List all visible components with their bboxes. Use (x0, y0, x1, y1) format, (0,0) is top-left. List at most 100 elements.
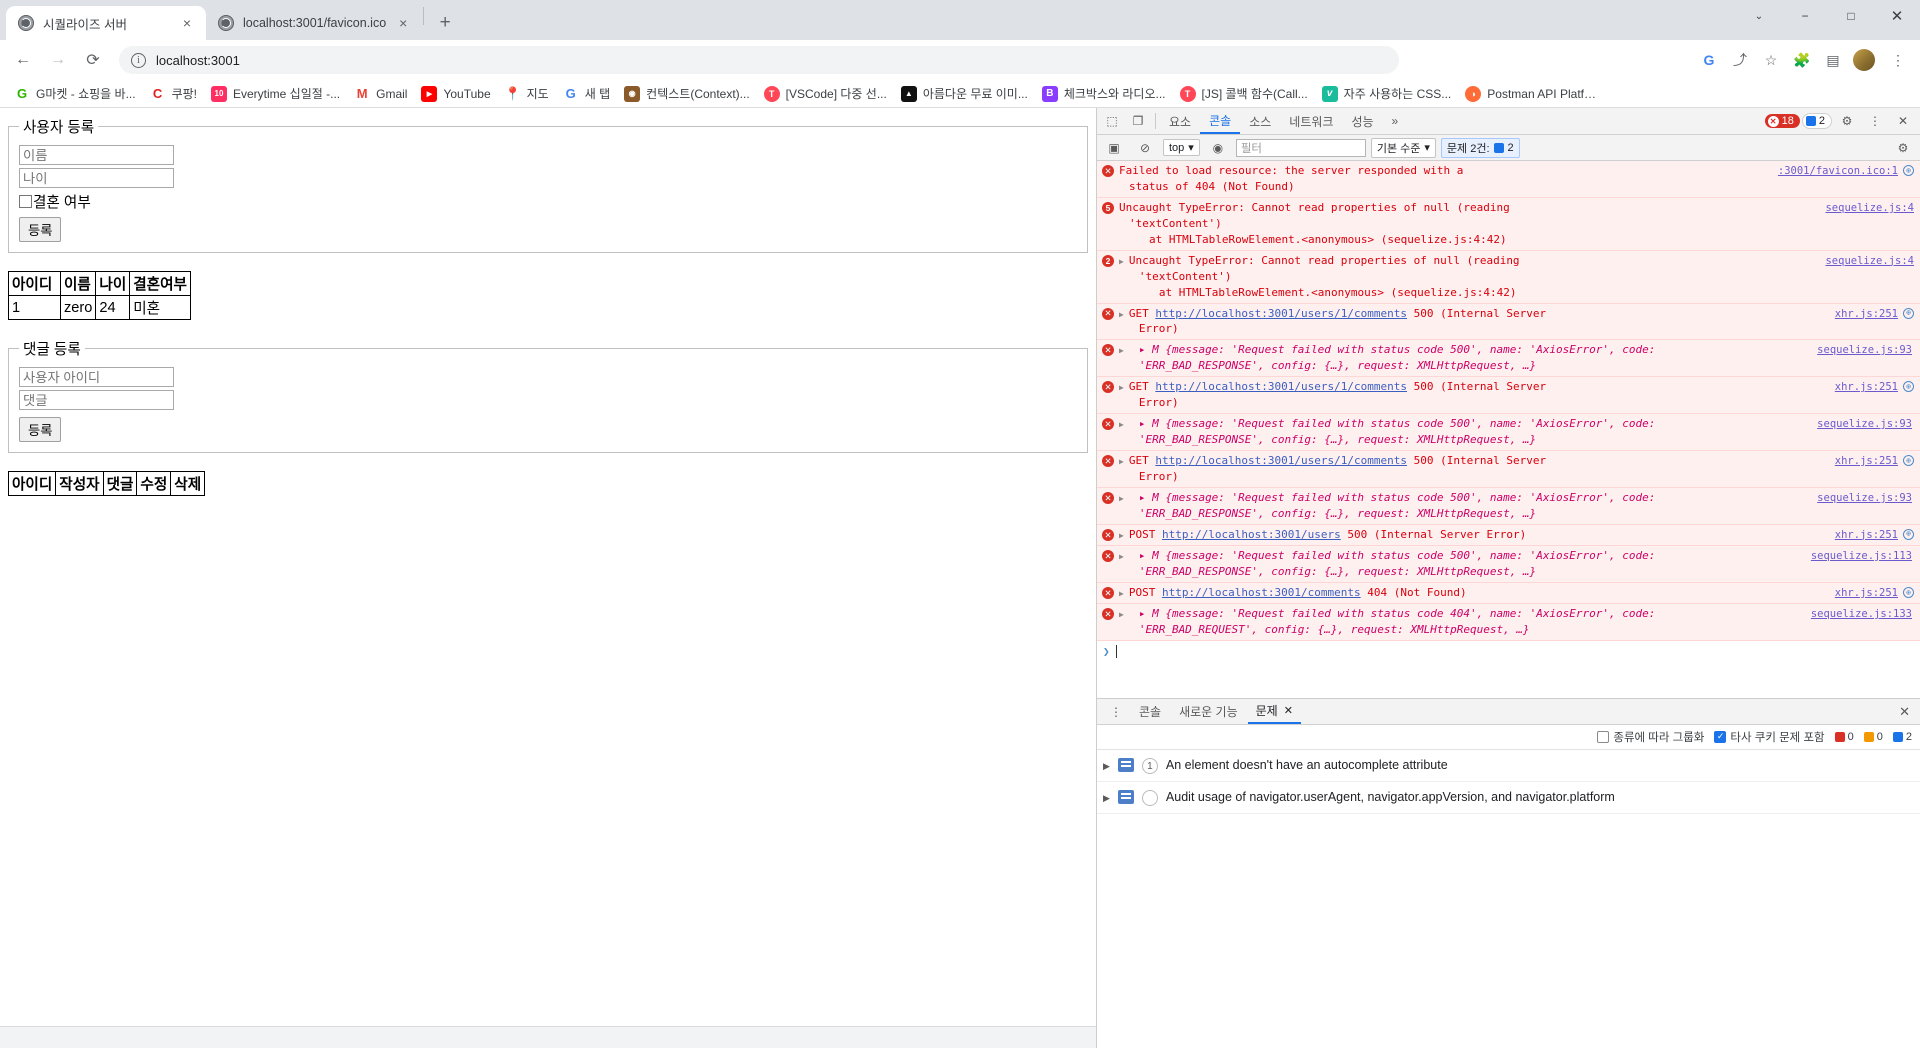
drawer-more-icon[interactable]: ⋮ (1103, 700, 1129, 724)
execution-context-select[interactable]: top ▾ (1163, 139, 1200, 156)
user-name-input[interactable] (19, 145, 174, 165)
expand-triangle-icon[interactable]: ▶ (1119, 456, 1124, 468)
tab-network[interactable]: 네트워크 (1280, 108, 1342, 134)
bookmark-item[interactable]: C 쿠팡! (144, 82, 203, 105)
clear-console-icon[interactable]: ⊘ (1132, 136, 1158, 160)
console-source-link[interactable]: xhr.js:251 (1835, 380, 1898, 395)
bookmark-item[interactable]: ▶ YouTube (415, 83, 496, 105)
console-output[interactable]: ✕ Failed to load resource: the server re… (1097, 161, 1920, 698)
device-toolbar-icon[interactable]: ❐ (1125, 109, 1151, 133)
console-message[interactable]: ✕ ▶ GET http://localhost:3001/users/1/co… (1097, 377, 1920, 415)
married-checkbox-row[interactable]: 결혼 여부 (19, 191, 1077, 212)
tab-search-chevron-icon[interactable]: ⌄ (1736, 0, 1782, 32)
error-count-badge[interactable]: ✕ 18 (1764, 114, 1800, 128)
bookmark-item[interactable]: ◑ Postman API Platfo... (1459, 83, 1603, 105)
expand-triangle-icon[interactable]: ▶ (1119, 551, 1124, 563)
live-expression-eye-icon[interactable]: ◉ (1205, 136, 1231, 160)
bookmark-item[interactable]: 10 Everytime 십일절 -... (205, 82, 346, 105)
browser-tab-1[interactable]: localhost:3001/favicon.ico × (206, 6, 423, 40)
chrome-menu-icon[interactable]: ⋮ (1884, 46, 1912, 74)
forward-button[interactable]: → (43, 45, 73, 75)
new-tab-button[interactable]: + (431, 9, 459, 37)
bookmark-item[interactable]: T [VSCode] 다중 선... (758, 82, 893, 105)
drawer-tab-close-icon[interactable]: ✕ (1284, 704, 1293, 717)
console-source-link[interactable]: xhr.js:251 (1835, 528, 1898, 543)
console-prompt[interactable]: ❯ (1097, 641, 1920, 663)
bookmark-item[interactable]: ◉ 컨텍스트(Context)... (618, 82, 756, 105)
console-message[interactable]: ✕ ▶ ▸ M {message: 'Request failed with s… (1097, 604, 1920, 641)
tab-close-icon[interactable]: × (394, 14, 412, 32)
devtools-more-icon[interactable]: ⋮ (1862, 109, 1888, 133)
bookmark-item[interactable]: G G마켓 - 쇼핑을 바... (8, 82, 142, 105)
console-source-link[interactable]: xhr.js:251 (1835, 454, 1898, 469)
devtools-close-icon[interactable]: ✕ (1890, 109, 1916, 133)
console-message[interactable]: ✕ ▶ POST http://localhost:3001/users 500… (1097, 524, 1920, 546)
bookmark-item[interactable]: G새 탭 (557, 82, 616, 105)
console-source-link[interactable]: xhr.js:251 (1835, 307, 1898, 322)
inspect-element-icon[interactable]: ⬚ (1099, 109, 1125, 133)
request-url-link[interactable]: http://localhost:3001/comments (1162, 586, 1361, 599)
console-source-link[interactable]: sequelize.js:133 (1811, 607, 1912, 622)
console-source-link[interactable]: :3001/favicon.ico:1 (1778, 164, 1898, 179)
warning-count-badge[interactable]: 2 (1801, 113, 1832, 129)
reload-button[interactable]: ⟳ (78, 45, 108, 75)
console-message[interactable]: ✕ ▶ ▸ M {message: 'Request failed with s… (1097, 414, 1920, 451)
comment-text-input[interactable] (19, 390, 174, 410)
drawer-tab-whats-new[interactable]: 새로운 기능 (1171, 699, 1246, 724)
bookmark-item[interactable]: 📍 지도 (499, 82, 555, 105)
bookmark-item[interactable]: ▲ 아름다운 무료 이미... (895, 82, 1034, 105)
console-message[interactable]: ✕ Failed to load resource: the server re… (1097, 161, 1920, 198)
group-by-kind-checkbox[interactable] (1597, 731, 1610, 743)
expand-triangle-icon[interactable]: ▶ (1119, 609, 1124, 621)
console-settings-gear-icon[interactable]: ⚙ (1890, 136, 1916, 160)
console-source-link[interactable]: sequelize.js:113 (1811, 549, 1912, 564)
console-message[interactable]: 5 Uncaught TypeError: Cannot read proper… (1097, 197, 1920, 251)
third-party-cookie-checkbox[interactable] (1714, 731, 1727, 743)
user-submit-button[interactable]: 등록 (19, 217, 62, 242)
extensions-icon[interactable]: 🧩 (1788, 46, 1816, 74)
tab-close-icon[interactable]: × (178, 14, 196, 32)
console-source-link[interactable]: sequelize.js:4 (1825, 201, 1914, 216)
console-source-link[interactable]: xhr.js:251 (1835, 586, 1898, 601)
expand-triangle-icon[interactable]: ▶ (1119, 530, 1124, 542)
avatar[interactable] (1853, 49, 1875, 71)
comment-userid-input[interactable] (19, 367, 174, 387)
site-info-icon[interactable]: i (131, 52, 146, 68)
group-by-kind-checkbox-row[interactable]: 종류에 따라 그룹화 (1597, 729, 1704, 745)
console-filter-input[interactable]: 필터 (1235, 138, 1366, 157)
tab-console[interactable]: 콘솔 (1200, 108, 1241, 134)
table-row[interactable]: 1 zero 24 미혼 (8, 295, 191, 320)
comment-submit-button[interactable]: 등록 (19, 417, 62, 442)
tab-elements[interactable]: 요소 (1160, 108, 1200, 134)
drawer-tab-console[interactable]: 콘솔 (1131, 699, 1169, 724)
drawer-tab-issues[interactable]: 문제 ✕ (1247, 699, 1301, 724)
console-source-link[interactable]: sequelize.js:4 (1825, 254, 1914, 269)
devtools-settings-icon[interactable]: ⚙ (1834, 109, 1860, 133)
issues-pill[interactable]: 문제 2건: 2 (1440, 137, 1520, 158)
google-lens-icon[interactable]: G (1695, 46, 1723, 74)
user-age-input[interactable] (19, 168, 174, 188)
request-url-link[interactable]: http://localhost:3001/users/1/comments (1155, 307, 1407, 320)
expand-arrow-icon[interactable]: ▶ (1103, 761, 1110, 772)
address-bar[interactable]: i localhost:3001 (119, 46, 1399, 74)
share-icon[interactable]: ⤴ (1726, 46, 1754, 74)
expand-triangle-icon[interactable]: ▶ (1119, 309, 1124, 321)
console-source-link[interactable]: sequelize.js:93 (1817, 417, 1912, 432)
back-button[interactable]: ← (8, 45, 38, 75)
console-message[interactable]: ✕ ▶ ▸ M {message: 'Request failed with s… (1097, 340, 1920, 378)
console-message[interactable]: ✕ ▶ ▸ M {message: 'Request failed with s… (1097, 545, 1920, 583)
close-window-button[interactable]: ✕ (1874, 0, 1920, 32)
expand-triangle-icon[interactable]: ▶ (1119, 419, 1124, 431)
bookmark-item[interactable]: v 자주 사용하는 CSS... (1316, 82, 1458, 105)
tab-sources[interactable]: 소스 (1240, 108, 1280, 134)
console-message[interactable]: ✕ ▶ GET http://localhost:3001/users/1/co… (1097, 303, 1920, 341)
expand-triangle-icon[interactable]: ▶ (1119, 382, 1124, 394)
tabs-overflow-icon[interactable]: » (1383, 108, 1408, 134)
console-message[interactable]: ✕ ▶ GET http://localhost:3001/users/1/co… (1097, 451, 1920, 488)
console-source-link[interactable]: sequelize.js:93 (1817, 491, 1912, 506)
third-party-cookie-checkbox-row[interactable]: 타사 쿠키 문제 포함 (1714, 729, 1825, 745)
bookmark-star-icon[interactable]: ☆ (1757, 46, 1785, 74)
browser-tab-0[interactable]: 시퀄라이즈 서버 × (6, 6, 206, 40)
expand-triangle-icon[interactable]: ▶ (1119, 345, 1124, 357)
expand-triangle-icon[interactable]: ▶ (1119, 493, 1124, 505)
